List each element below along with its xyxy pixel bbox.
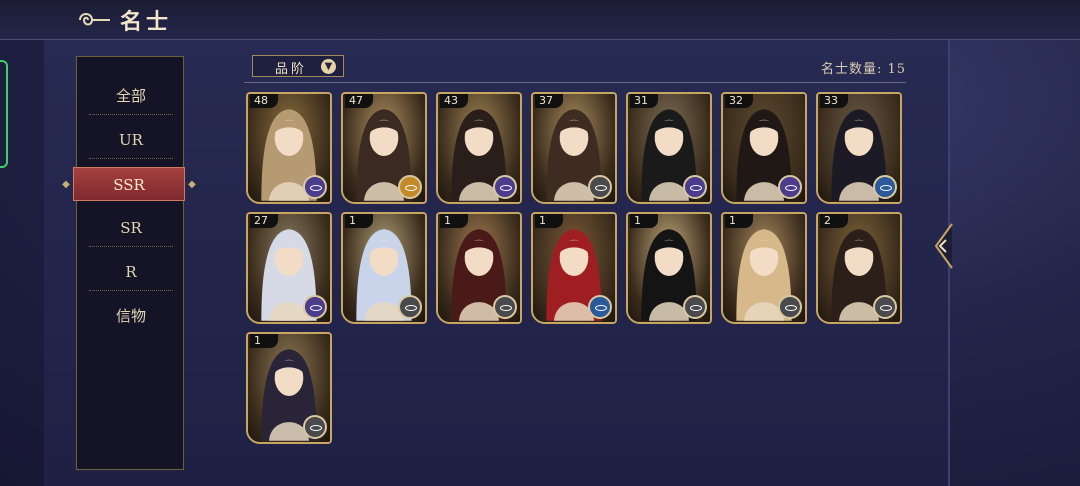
faction-badge-icon: [303, 415, 327, 439]
character-card[interactable]: 47: [341, 92, 427, 204]
sidebar-item-r[interactable]: R: [89, 255, 173, 291]
character-card[interactable]: 31: [626, 92, 712, 204]
level-label: 1: [535, 214, 563, 228]
faction-badge-icon: [588, 175, 612, 199]
level-label: 1: [630, 214, 658, 228]
divider: [89, 114, 173, 115]
character-card[interactable]: 1: [721, 212, 807, 324]
character-card[interactable]: 33: [816, 92, 902, 204]
character-card[interactable]: 2: [816, 212, 902, 324]
character-card[interactable]: 1: [246, 332, 332, 444]
character-card[interactable]: 48: [246, 92, 332, 204]
divider: [89, 158, 173, 159]
sidebar-item-label: UR: [119, 131, 143, 149]
sidebar-item-label: 信物: [115, 307, 146, 325]
divider: [244, 82, 906, 83]
faction-badge-icon: [683, 175, 707, 199]
sidebar-item-label: 全部: [115, 87, 146, 105]
level-label: 47: [345, 94, 373, 108]
sidebar-item-label: SSR: [113, 176, 145, 194]
level-label: 48: [250, 94, 278, 108]
ornament-dot-icon: ◆: [188, 179, 196, 190]
collapse-arrow-icon[interactable]: [932, 222, 954, 270]
level-label: 1: [725, 214, 753, 228]
cloud-swirl-icon: [79, 13, 110, 26]
sidebar-item-ur[interactable]: UR: [89, 123, 173, 159]
level-label: 43: [440, 94, 468, 108]
faction-badge-icon: [778, 175, 802, 199]
rank-filter-dropdown[interactable]: 品阶 ▼: [252, 55, 344, 77]
faction-badge-icon: [493, 175, 517, 199]
faction-badge-icon: [303, 175, 327, 199]
side-handle[interactable]: [0, 60, 8, 168]
level-label: 2: [820, 214, 848, 228]
page-title: 名士: [120, 9, 173, 35]
character-card[interactable]: 43: [436, 92, 522, 204]
character-card[interactable]: 32: [721, 92, 807, 204]
sidebar-item-ssr[interactable]: ◆ SSR ◆: [62, 167, 196, 201]
character-card[interactable]: 1: [531, 212, 617, 324]
faction-badge-icon: [303, 295, 327, 319]
faction-badge-icon: [493, 295, 517, 319]
level-label: 1: [440, 214, 468, 228]
sidebar-item-all[interactable]: 全部: [89, 79, 173, 115]
faction-badge-icon: [873, 295, 897, 319]
faction-badge-icon: [588, 295, 612, 319]
sidebar-item-sr[interactable]: SR: [89, 211, 173, 247]
character-card[interactable]: 1: [341, 212, 427, 324]
faction-badge-icon: [778, 295, 802, 319]
divider: [89, 290, 173, 291]
chevron-down-icon: ▼: [321, 59, 336, 74]
filter-label: 品阶: [275, 62, 308, 77]
top-header: 名士: [0, 0, 1080, 40]
ornament-dot-icon: ◆: [62, 179, 70, 190]
level-label: 37: [535, 94, 563, 108]
character-card[interactable]: 1: [626, 212, 712, 324]
sidebar-item-label: R: [125, 263, 137, 281]
faction-badge-icon: [873, 175, 897, 199]
sidebar-item-label: SR: [120, 219, 142, 237]
faction-badge-icon: [398, 295, 422, 319]
level-label: 1: [345, 214, 373, 228]
level-label: 33: [820, 94, 848, 108]
level-label: 31: [630, 94, 658, 108]
faction-badge-icon: [683, 295, 707, 319]
faction-badge-icon: [398, 175, 422, 199]
character-card[interactable]: 37: [531, 92, 617, 204]
rarity-sidebar: 全部 UR ◆ SSR ◆ SR R 信物: [62, 56, 196, 470]
character-card[interactable]: 27: [246, 212, 332, 324]
character-card[interactable]: 1: [436, 212, 522, 324]
level-label: 1: [250, 334, 278, 348]
divider: [89, 246, 173, 247]
sidebar-item-token[interactable]: 信物: [89, 299, 173, 333]
character-count: 名士数量: 15: [820, 62, 906, 77]
level-label: 32: [725, 94, 753, 108]
level-label: 27: [250, 214, 278, 228]
